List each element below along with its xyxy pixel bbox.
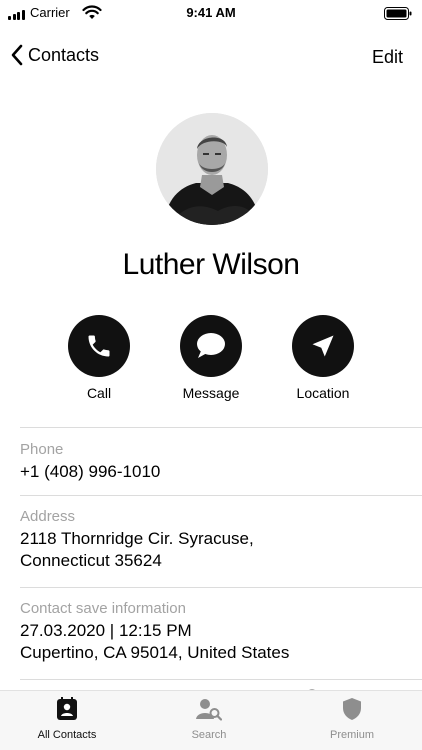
address-line-2[interactable]: Connecticut 35624	[20, 550, 422, 572]
call-label: Call	[86, 385, 112, 401]
message-button[interactable]: Message	[161, 315, 261, 401]
divider	[20, 587, 422, 588]
address-field-label: Address	[20, 508, 76, 525]
address-line-1[interactable]: 2118 Thornridge Cir. Syracuse,	[20, 528, 422, 550]
chevron-left-icon	[11, 44, 23, 66]
location-button[interactable]: Location	[273, 315, 373, 401]
person-search-icon	[196, 699, 223, 721]
phone-number[interactable]: +1 (408) 996-1010	[20, 461, 422, 483]
avatar-photo	[156, 113, 268, 225]
tab-search[interactable]: Search	[139, 697, 279, 741]
status-time: 9:41 AM	[186, 5, 236, 20]
shield-icon	[343, 698, 361, 720]
phone-field-label: Phone	[20, 441, 64, 458]
call-button[interactable]: Call	[49, 315, 149, 401]
divider	[20, 495, 422, 496]
address-field[interactable]: Address 2118 Thornridge Cir. Syracuse, C…	[20, 508, 422, 572]
call-button-circle[interactable]	[68, 315, 130, 377]
contact-name: Luther Wilson	[122, 248, 300, 281]
phone-icon	[88, 335, 110, 357]
back-button-label: Contacts	[28, 44, 100, 65]
message-icon	[197, 333, 225, 358]
divider	[20, 427, 422, 428]
divider	[20, 679, 422, 680]
location-label: Location	[296, 385, 350, 401]
tab-premium-label: Premium	[329, 729, 374, 741]
location-button-circle[interactable]	[292, 315, 354, 377]
phone-field[interactable]: Phone +1 (408) 996-1010	[20, 441, 422, 483]
edit-button[interactable]: Edit	[372, 47, 403, 68]
save-info-label: Contact save information	[20, 600, 186, 617]
save-info-field: Contact save information 27.03.2020 | 12…	[20, 600, 422, 664]
message-button-circle[interactable]	[180, 315, 242, 377]
battery-icon	[384, 7, 412, 20]
save-location: Cupertino, CA 95014, United States	[20, 643, 290, 662]
tab-all-contacts[interactable]: All Contacts	[0, 697, 137, 741]
navigation-bar: Contacts Edit	[0, 40, 422, 74]
back-button[interactable]: Contacts	[10, 44, 99, 66]
tab-search-label: Search	[191, 729, 227, 741]
tab-all-contacts-label: All Contacts	[37, 729, 97, 741]
tab-premium[interactable]: Premium	[282, 697, 422, 741]
location-arrow-icon	[312, 335, 334, 357]
contacts-book-icon	[57, 697, 77, 720]
status-bar: Carrier 9:41 AM	[0, 0, 422, 26]
save-datetime: 27.03.2020 | 12:15 PM	[20, 621, 192, 640]
message-label: Message	[182, 385, 240, 401]
tab-bar: All Contacts Search Premium	[0, 690, 422, 750]
avatar	[156, 113, 268, 225]
